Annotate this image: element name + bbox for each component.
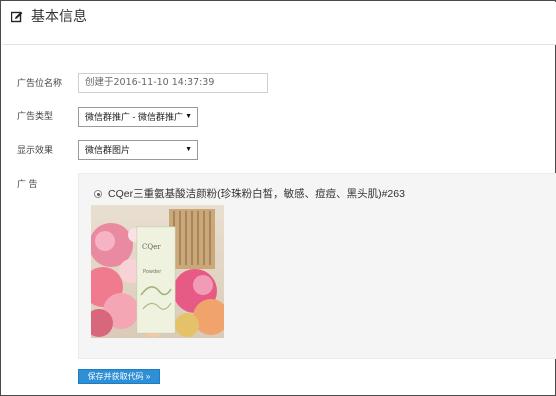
dropdown-caret-icon: ▼ xyxy=(185,146,192,153)
product-name-text: Powder xyxy=(143,269,162,275)
page-title: 基本信息 xyxy=(31,8,87,24)
ad-position-name-label: 广告位名称 xyxy=(17,78,63,88)
ad-type-value: 微信群推广 - 微信群推广 xyxy=(85,112,183,122)
ad-product-image: CQer Powder xyxy=(91,205,224,338)
ad-label: 广 告 xyxy=(17,179,38,189)
ad-radio-button[interactable] xyxy=(94,190,102,198)
ad-item-name[interactable]: CQer三重氨基酸洁颜粉(珍珠粉白皙，敏感、痘痘、黑头肌)#263 xyxy=(108,188,405,201)
ad-type-label: 广告类型 xyxy=(17,111,54,121)
save-and-get-code-button[interactable]: 保存并获取代码 » xyxy=(78,369,160,384)
dropdown-caret-icon: ▼ xyxy=(185,113,192,120)
display-effect-label: 显示效果 xyxy=(17,145,54,155)
display-effect-select[interactable]: 微信群图片 ▼ xyxy=(78,140,198,160)
main-window: 基本信息 广告位名称 创建于2016-11-10 14:37:39 广告类型 微… xyxy=(0,0,556,396)
edit-icon xyxy=(11,11,23,23)
display-effect-value: 微信群图片 xyxy=(85,145,131,155)
ad-position-name-input[interactable]: 创建于2016-11-10 14:37:39 xyxy=(78,73,268,93)
product-brand-text: CQer xyxy=(142,243,161,251)
ad-type-select[interactable]: 微信群推广 - 微信群推广 ▼ xyxy=(78,107,198,127)
section-header: 基本信息 xyxy=(2,2,556,45)
